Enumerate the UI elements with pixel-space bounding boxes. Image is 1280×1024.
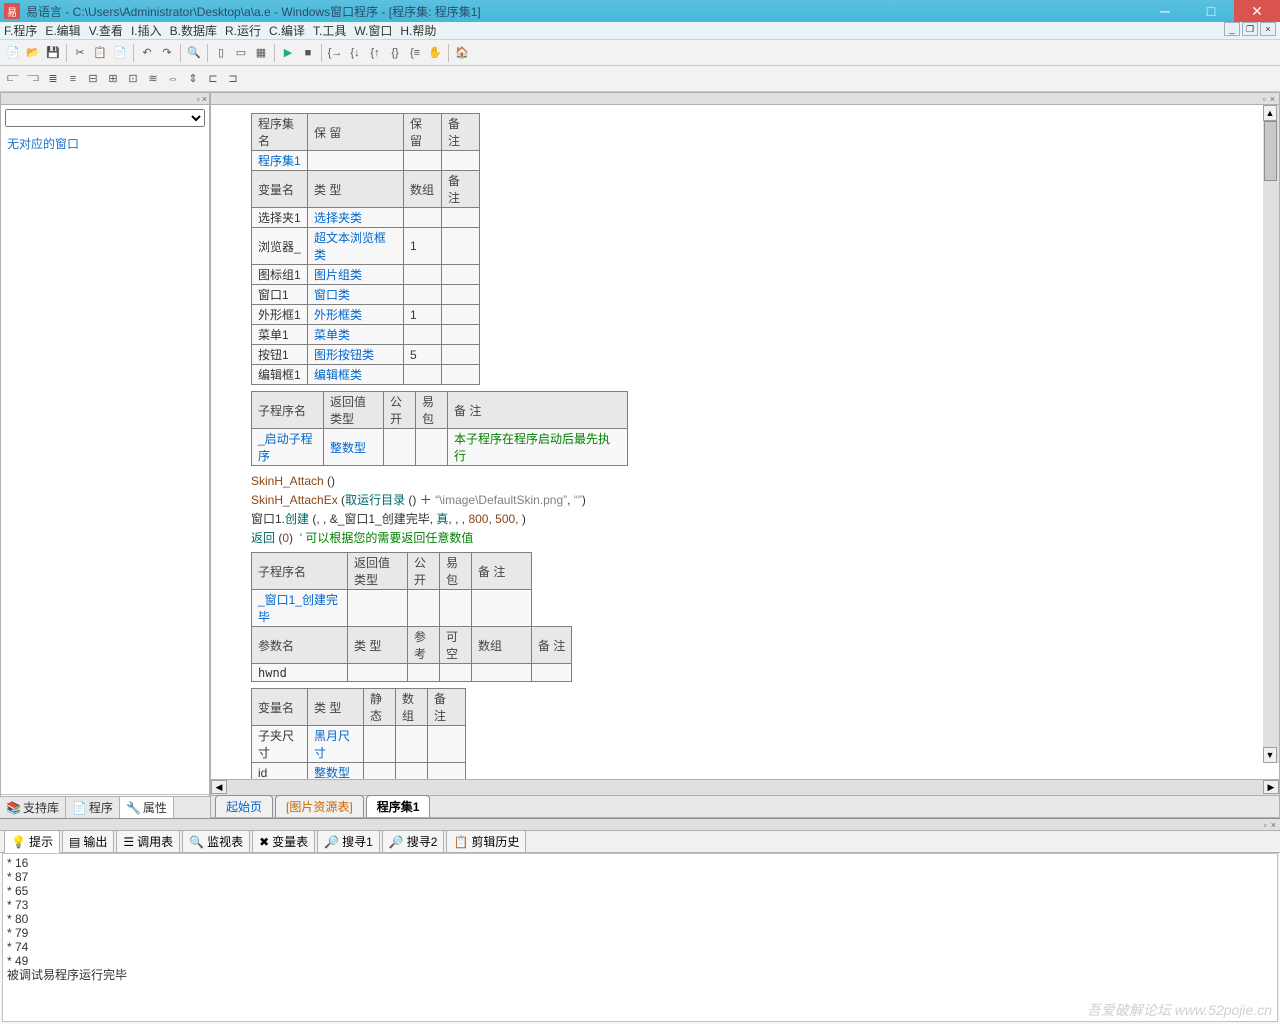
menu-edit[interactable]: E.编辑	[45, 22, 80, 39]
scroll-up-icon[interactable]: ▲	[1263, 105, 1277, 121]
sidetab-program[interactable]: 📄 程序	[66, 797, 120, 818]
stop-icon[interactable]: ■	[299, 44, 317, 62]
undo-icon[interactable]: ↶	[138, 44, 156, 62]
editor-area: ▫ × 程序集名保 留保 留备 注 程序集1 变量名类 型数组备 注 选择夹1选择…	[210, 92, 1280, 818]
align2-icon[interactable]: ⫎	[24, 70, 42, 88]
mdi-minimize[interactable]: _	[1224, 22, 1240, 36]
sidetab-lib[interactable]: 📚 支持库	[0, 797, 66, 818]
editor-close-icon[interactable]: ×	[1270, 94, 1275, 104]
menu-help[interactable]: H.帮助	[400, 22, 436, 39]
home-icon[interactable]: 🏠	[453, 44, 471, 62]
bp-tab-vars[interactable]: ✖ 变量表	[252, 830, 315, 853]
subprogram-table-1: 子程序名返回值类型公开易包备 注 _启动子程序整数型本子程序在程序启动后最先执行	[251, 391, 628, 466]
align10-icon[interactable]: ⇕	[184, 70, 202, 88]
output-body[interactable]: * 16* 87* 65* 73* 80* 79* 74* 49被调试易程序运行…	[2, 853, 1278, 1022]
close-button[interactable]: ✕	[1234, 0, 1280, 22]
side-close-icon[interactable]: ×	[202, 94, 207, 104]
side-pin-icon[interactable]: ▫	[197, 94, 200, 104]
bp-pin-icon[interactable]: ▫	[1264, 820, 1267, 830]
app-icon: 易	[4, 3, 20, 19]
menu-window[interactable]: W.窗口	[354, 22, 392, 39]
side-message: 无对应的窗口	[1, 131, 209, 794]
scroll-left-icon[interactable]: ◀	[211, 780, 227, 794]
toolbar-2: ⫍ ⫎ ≣ ≡ ⊟ ⊞ ⊡ ≋ ⇔ ⇕ ⊏ ⊐	[0, 66, 1280, 92]
step3-icon[interactable]: {↑	[366, 44, 384, 62]
bottom-panel: ▫ × 💡 提示 ▤ 输出 ☰ 调用表 🔍 监视表 ✖ 变量表 🔎 搜寻1 🔎 搜…	[0, 818, 1280, 1024]
align8-icon[interactable]: ≋	[144, 70, 162, 88]
bp-tab-output[interactable]: ▤ 输出	[62, 830, 114, 853]
minimize-button[interactable]: ─	[1142, 0, 1188, 22]
editor-pin-icon[interactable]: ▫	[1263, 94, 1266, 104]
tab-start[interactable]: 起始页	[215, 795, 273, 817]
step5-icon[interactable]: {≡	[406, 44, 424, 62]
window-select[interactable]	[5, 109, 205, 127]
menu-file[interactable]: F.程序	[4, 22, 37, 39]
menu-insert[interactable]: I.插入	[131, 22, 162, 39]
menu-db[interactable]: B.数据库	[170, 22, 217, 39]
paste-icon[interactable]: 📄	[111, 44, 129, 62]
hand-icon[interactable]: ✋	[426, 44, 444, 62]
bp-tab-callstack[interactable]: ☰ 调用表	[116, 830, 180, 853]
menu-bar: F.程序 E.编辑 V.查看 I.插入 B.数据库 R.运行 C.编译 T.工具…	[0, 22, 1280, 40]
step4-icon[interactable]: {}	[386, 44, 404, 62]
new-icon[interactable]: 📄	[4, 44, 22, 62]
align3-icon[interactable]: ≣	[44, 70, 62, 88]
bp-close-icon[interactable]: ×	[1271, 820, 1276, 830]
mdi-restore[interactable]: ❐	[1242, 22, 1258, 36]
code-editor[interactable]: 程序集名保 留保 留备 注 程序集1 变量名类 型数组备 注 选择夹1选择夹类浏…	[211, 105, 1279, 779]
vertical-scrollbar[interactable]: ▲ ▼	[1263, 105, 1279, 763]
find-icon[interactable]: 🔍	[185, 44, 203, 62]
step2-icon[interactable]: {↓	[346, 44, 364, 62]
save-icon[interactable]: 💾	[44, 44, 62, 62]
window-title: 易语言 - C:\Users\Administrator\Desktop\a\a…	[26, 3, 1142, 20]
cut-icon[interactable]: ✂	[71, 44, 89, 62]
subprogram-table-2: 子程序名返回值类型公开易包备 注 _窗口1_创建完毕 参数名类 型参考可空数组备…	[251, 552, 572, 682]
maximize-button[interactable]: □	[1188, 0, 1234, 22]
bp-tab-hint[interactable]: 💡 提示	[4, 830, 60, 853]
side-panel: ▫× 无对应的窗口 --- 无对应事件 ---	[0, 92, 210, 818]
bp-tab-clip[interactable]: 📋 剪辑历史	[446, 830, 526, 853]
menu-run[interactable]: R.运行	[225, 22, 261, 39]
align6-icon[interactable]: ⊞	[104, 70, 122, 88]
title-bar: 易 易语言 - C:\Users\Administrator\Desktop\a…	[0, 0, 1280, 22]
menu-view[interactable]: V.查看	[89, 22, 123, 39]
layout3-icon[interactable]: ▦	[252, 44, 270, 62]
redo-icon[interactable]: ↷	[158, 44, 176, 62]
mdi-close[interactable]: ×	[1260, 22, 1276, 36]
bp-tab-watch[interactable]: 🔍 监视表	[182, 830, 250, 853]
programset-table: 程序集名保 留保 留备 注 程序集1 变量名类 型数组备 注 选择夹1选择夹类浏…	[251, 113, 480, 385]
toolbar-1: 📄 📂 💾 ✂ 📋 📄 ↶ ↷ 🔍 ▯ ▭ ▦ ▶ ■ {→ {↓ {↑ {} …	[0, 40, 1280, 66]
align5-icon[interactable]: ⊟	[84, 70, 102, 88]
align1-icon[interactable]: ⫍	[4, 70, 22, 88]
tab-programset[interactable]: 程序集1	[366, 795, 431, 817]
bp-tab-search2[interactable]: 🔎 搜寻2	[382, 830, 445, 853]
local-var-table: 变量名类 型静态数组备 注 子夹尺寸黑月尺寸id整数型	[251, 688, 466, 779]
align9-icon[interactable]: ⇔	[164, 70, 182, 88]
menu-tools[interactable]: T.工具	[313, 22, 346, 39]
bp-tab-search1[interactable]: 🔎 搜寻1	[317, 830, 380, 853]
open-icon[interactable]: 📂	[24, 44, 42, 62]
layout2-icon[interactable]: ▭	[232, 44, 250, 62]
scroll-thumb[interactable]	[1264, 121, 1277, 181]
copy-icon[interactable]: 📋	[91, 44, 109, 62]
align11-icon[interactable]: ⊏	[204, 70, 222, 88]
align7-icon[interactable]: ⊡	[124, 70, 142, 88]
menu-compile[interactable]: C.编译	[269, 22, 305, 39]
horizontal-scrollbar[interactable]: ◀ ▶	[211, 779, 1279, 795]
run-icon[interactable]: ▶	[279, 44, 297, 62]
step1-icon[interactable]: {→	[326, 44, 344, 62]
align4-icon[interactable]: ≡	[64, 70, 82, 88]
layout1-icon[interactable]: ▯	[212, 44, 230, 62]
align12-icon[interactable]: ⊐	[224, 70, 242, 88]
tab-resources[interactable]: [图片资源表]	[275, 795, 364, 817]
scroll-down-icon[interactable]: ▼	[1263, 747, 1277, 763]
sidetab-props[interactable]: 🔧 属性	[120, 797, 174, 818]
document-tabs: 起始页 [图片资源表] 程序集1	[211, 795, 1279, 817]
scroll-right-icon[interactable]: ▶	[1263, 780, 1279, 794]
bottom-tabs: 💡 提示 ▤ 输出 ☰ 调用表 🔍 监视表 ✖ 变量表 🔎 搜寻1 🔎 搜寻2 …	[0, 831, 1280, 853]
